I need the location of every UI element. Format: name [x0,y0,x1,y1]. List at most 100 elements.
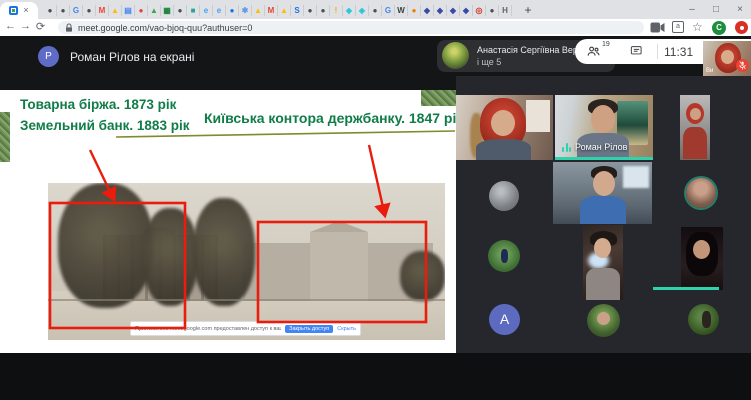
participant-avatar-tile[interactable] [489,181,519,211]
tab-favicon[interactable]: ◈ [356,5,369,16]
participant-avatar-tile[interactable] [488,240,520,272]
tab-favicon[interactable]: ▲ [278,5,291,16]
tab-favicon[interactable]: G [70,5,83,16]
people-icon[interactable] [586,44,601,59]
participant-avatar-tile[interactable] [587,304,620,337]
tab-favicon[interactable]: ✱ [239,5,252,16]
avatar-figure [702,311,711,328]
speaker-name-chip: Роман Рілов [562,142,627,152]
tab-favicon[interactable]: H [499,5,512,16]
presenter-avatar: Р [38,46,59,67]
participant-video-tile-roman-rilov[interactable]: Роман Рілов [555,95,653,160]
window-minimize-button[interactable]: – [681,0,703,19]
participant-avatar-letter[interactable]: А [489,304,520,335]
audio-activity-icon [562,143,571,152]
people-count-badge: 19 [602,41,610,48]
tab-favicon[interactable]: M [265,5,278,16]
window-close-button[interactable]: × [729,0,751,19]
speaker-name: Роман Рілов [575,142,627,152]
tab-favicon[interactable]: W [395,5,408,16]
slide-underline [116,131,455,137]
active-tab-google-meet[interactable]: × [0,2,38,19]
participant-preview-name: Анастасія Сергіївна Вере... [477,45,590,55]
extension-icon[interactable] [735,21,748,34]
participant-video-tile[interactable] [553,162,652,224]
tab-favicon[interactable]: ● [57,5,70,16]
tab-favicon[interactable]: ● [317,5,330,16]
tab-favicon[interactable]: ● [304,5,317,16]
participant-video-tile[interactable] [680,95,710,160]
participant-preview-more: і ще 5 [477,57,501,67]
back-button[interactable]: ← [4,20,17,32]
tab-favicon[interactable]: ▤ [122,5,135,16]
desktop-screenshot: × ● ● G ● M ▲ ▤ ● ▲ ▦ [0,0,751,400]
tab-favicon[interactable]: ● [226,5,239,16]
chat-icon[interactable] [630,45,643,58]
arrow-to-left-building [90,150,114,200]
participant-video-tile[interactable] [583,225,623,300]
tab-favicon[interactable]: ● [408,5,421,16]
video-placeholder [476,139,531,160]
avatar-face [597,312,610,325]
browser-tab-strip: × ● ● G ● M ▲ ▤ ● ▲ ▦ [0,0,751,19]
tab-favicon[interactable]: ◈ [343,5,356,16]
tab-favicon[interactable]: S [291,5,304,16]
tab-favicon[interactable]: ● [135,5,148,16]
tab-favicon[interactable]: ◆ [421,5,434,16]
video-placeholder [683,127,707,159]
google-meet-favicon [9,6,18,15]
tab-favicon[interactable]: ◆ [447,5,460,16]
video-placeholder [693,240,710,259]
tab-favicon[interactable]: ! [330,5,343,16]
participants-panel: Роман Рілов [456,76,751,353]
translate-icon[interactable]: а [672,21,684,33]
participant-avatar-tile[interactable] [686,178,716,208]
clock: 11:31 [664,45,693,59]
url-text: meet.google.com/vao-bjoq-quu?authuser=0 [78,23,252,33]
highlight-rect-left-building [50,203,185,328]
window-maximize-button[interactable]: □ [705,0,727,19]
tab-favicon[interactable]: ▲ [252,5,265,16]
tab-close-icon[interactable]: × [23,6,28,15]
reload-button[interactable]: ⟳ [34,20,47,33]
tab-favicon[interactable]: e [200,5,213,16]
profile-avatar[interactable]: C [712,21,726,35]
tab-favicon[interactable]: ▦ [161,5,174,16]
tab-favicon[interactable]: ● [369,5,382,16]
tab-favicon[interactable]: ● [174,5,187,16]
participant-video-tile[interactable] [456,95,553,160]
camera-icon[interactable] [650,22,665,33]
browser-toolbar: ← → ⟳ meet.google.com/vao-bjoq-quu?authu… [0,19,751,36]
tab-favicon[interactable]: ● [44,5,57,16]
address-bar[interactable]: meet.google.com/vao-bjoq-quu?authuser=0 [58,21,644,34]
video-placeholder [580,196,626,224]
video-placeholder [593,171,615,196]
mic-muted-indicator [736,59,749,72]
presenting-banner: Роман Рілов на екрані [70,50,194,64]
tab-favicon[interactable]: ● [486,5,499,16]
background-tabs: ● ● G ● M ▲ ▤ ● ▲ ▦ ● ■ [44,4,512,16]
tab-favicon[interactable]: ▲ [148,5,161,16]
tab-favicon[interactable]: ▲ [109,5,122,16]
tab-favicon[interactable]: e [213,5,226,16]
participant-avatar-tile[interactable] [688,304,719,335]
video-placeholder [491,110,515,136]
video-placeholder [594,238,611,258]
tab-favicon[interactable]: ■ [187,5,200,16]
tab-favicon[interactable]: M [96,5,109,16]
video-placeholder [690,108,701,120]
tab-favicon[interactable]: ◆ [434,5,447,16]
bookmark-star-icon[interactable]: ☆ [692,20,703,34]
lock-icon [65,23,73,33]
tab-favicon[interactable]: ◎ [473,5,486,16]
forward-button[interactable]: → [19,20,32,32]
tab-favicon[interactable]: ◆ [460,5,473,16]
tab-favicon[interactable]: G [382,5,395,16]
video-placeholder [526,100,550,132]
new-tab-button[interactable]: + [520,2,536,18]
participant-thumbnail-avatar [442,42,469,69]
participant-video-tile[interactable] [681,227,723,290]
self-view-tile[interactable]: Ви [703,41,751,76]
tab-favicon[interactable]: ● [83,5,96,16]
slide-annotations [0,90,456,353]
